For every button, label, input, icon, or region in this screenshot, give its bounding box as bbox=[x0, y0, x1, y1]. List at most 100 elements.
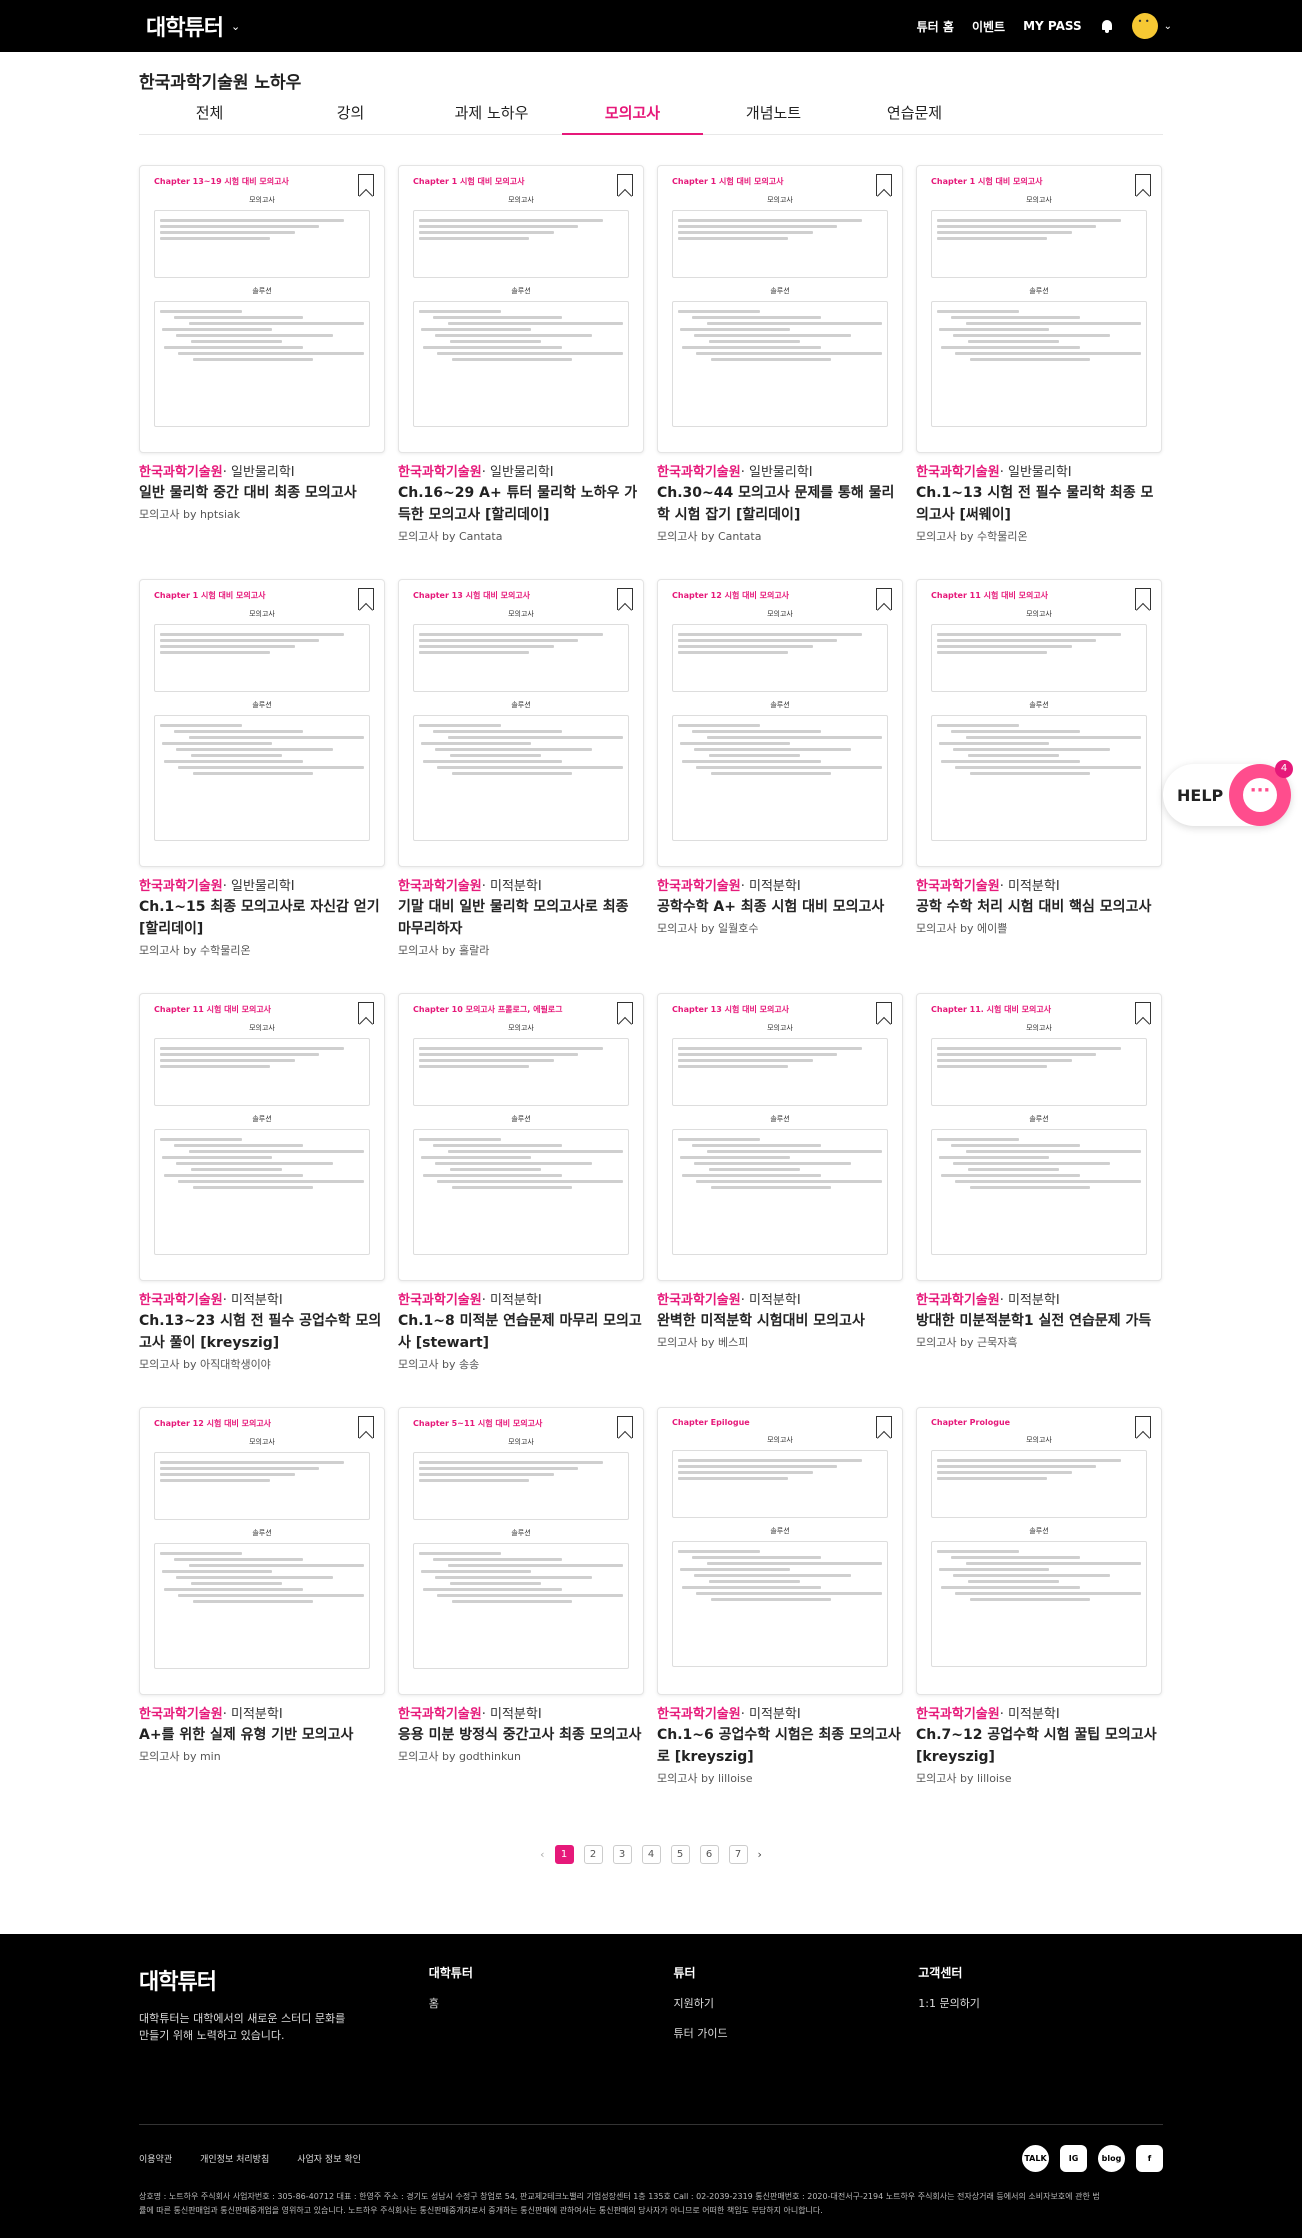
card-title[interactable]: 응용 미분 방정식 중간고사 최종 모의고사 bbox=[398, 1724, 644, 1746]
bookmark-icon[interactable] bbox=[617, 588, 633, 610]
exam-card[interactable]: Chapter 12 시험 대비 모의고사 모의고사 솔루션 한국과학기술원· 미적분… bbox=[139, 1407, 385, 1821]
page-button[interactable]: 1 bbox=[554, 1845, 574, 1864]
footer-link-guide[interactable]: 튜터 가이드 bbox=[673, 2025, 918, 2041]
card-thumbnail[interactable]: Chapter 5~11 시험 대비 모의고사 모의고사 솔루션 bbox=[398, 1407, 644, 1695]
card-thumbnail[interactable]: Chapter 1 시험 대비 모의고사 모의고사 솔루션 bbox=[916, 165, 1162, 453]
card-title[interactable]: Ch.16~29 A+ 튜터 물리학 노하우 가득한 모의고사 [할리데이] bbox=[398, 482, 644, 526]
card-thumbnail[interactable]: Chapter 1 시험 대비 모의고사 모의고사 솔루션 bbox=[657, 165, 903, 453]
bookmark-icon[interactable] bbox=[1135, 588, 1151, 610]
card-title[interactable]: 방대한 미분적분학1 실전 연습문제 가득 bbox=[916, 1310, 1162, 1332]
tab-practice[interactable]: 연습문제 bbox=[844, 95, 985, 134]
chevron-down-icon[interactable]: ⌄ bbox=[231, 20, 240, 33]
footer-link-home[interactable]: 홈 bbox=[429, 1995, 674, 2011]
footer-link-apply[interactable]: 지원하기 bbox=[673, 1995, 918, 2011]
exam-card[interactable]: Chapter 12 시험 대비 모의고사 모의고사 솔루션 한국과학기술원· 미적분… bbox=[657, 579, 903, 993]
next-page-icon[interactable]: › bbox=[758, 1848, 762, 1861]
exam-card[interactable]: Chapter 11 시험 대비 모의고사 모의고사 솔루션 한국과학기술원· 미적분… bbox=[916, 579, 1162, 993]
card-thumbnail[interactable]: Chapter 11. 시험 대비 모의고사 모의고사 솔루션 bbox=[916, 993, 1162, 1281]
exam-card[interactable]: Chapter 1 시험 대비 모의고사 모의고사 솔루션 한국과학기술원· 일반물리… bbox=[916, 165, 1162, 579]
nav-tutor-home[interactable]: 튜터 홈 bbox=[917, 18, 954, 35]
page-button[interactable]: 7 bbox=[728, 1845, 748, 1864]
footer-business-info-link[interactable]: 사업자 정보 확인 bbox=[297, 2152, 361, 2165]
card-title[interactable]: 일반 물리학 중간 대비 최종 모의고사 bbox=[139, 482, 385, 504]
school-name[interactable]: 한국과학기술원 bbox=[916, 879, 1000, 894]
tab-mock-exam[interactable]: 모의고사 bbox=[562, 95, 703, 135]
tab-all[interactable]: 전체 bbox=[139, 95, 280, 134]
school-name[interactable]: 한국과학기술원 bbox=[139, 1707, 223, 1722]
exam-card[interactable]: Chapter 13~19 시험 대비 모의고사 모의고사 솔루션 한국과학기술원· … bbox=[139, 165, 385, 579]
school-name[interactable]: 한국과학기술원 bbox=[916, 1707, 1000, 1722]
school-name[interactable]: 한국과학기술원 bbox=[398, 1293, 482, 1308]
card-thumbnail[interactable]: Chapter 13 시험 대비 모의고사 모의고사 솔루션 bbox=[398, 579, 644, 867]
bookmark-icon[interactable] bbox=[617, 1416, 633, 1438]
exam-card[interactable]: Chapter 11. 시험 대비 모의고사 모의고사 솔루션 한국과학기술원· 미적… bbox=[916, 993, 1162, 1407]
card-thumbnail[interactable]: Chapter Prologue 모의고사 솔루션 bbox=[916, 1407, 1162, 1695]
exam-card[interactable]: Chapter 13 시험 대비 모의고사 모의고사 솔루션 한국과학기술원· 미적분… bbox=[398, 579, 644, 993]
tab-concept-note[interactable]: 개념노트 bbox=[703, 95, 844, 134]
card-title[interactable]: 공학수학 A+ 최종 시험 대비 모의고사 bbox=[657, 896, 903, 918]
tab-lecture[interactable]: 강의 bbox=[280, 95, 421, 134]
card-title[interactable]: A+를 위한 실제 유형 기반 모의고사 bbox=[139, 1724, 385, 1746]
bookmark-icon[interactable] bbox=[876, 174, 892, 196]
school-name[interactable]: 한국과학기술원 bbox=[139, 465, 223, 480]
school-name[interactable]: 한국과학기술원 bbox=[657, 879, 741, 894]
bookmark-icon[interactable] bbox=[358, 1002, 374, 1024]
footer-privacy-link[interactable]: 개인정보 처리방침 bbox=[200, 2152, 269, 2165]
footer-terms-link[interactable]: 이용약관 bbox=[139, 2152, 172, 2165]
card-thumbnail[interactable]: Chapter 12 시험 대비 모의고사 모의고사 솔루션 bbox=[657, 579, 903, 867]
bell-icon[interactable] bbox=[1100, 19, 1114, 33]
bookmark-icon[interactable] bbox=[358, 588, 374, 610]
card-title[interactable]: Ch.30~44 모의고사 문제를 통해 물리학 시험 잡기 [할리데이] bbox=[657, 482, 903, 526]
bookmark-icon[interactable] bbox=[617, 1002, 633, 1024]
bookmark-icon[interactable] bbox=[358, 174, 374, 196]
page-button[interactable]: 6 bbox=[699, 1845, 719, 1864]
school-name[interactable]: 한국과학기술원 bbox=[657, 1707, 741, 1722]
bookmark-icon[interactable] bbox=[358, 1416, 374, 1438]
tab-assignment[interactable]: 과제 노하우 bbox=[421, 95, 562, 134]
bookmark-icon[interactable] bbox=[876, 1416, 892, 1438]
exam-card[interactable]: Chapter 1 시험 대비 모의고사 모의고사 솔루션 한국과학기술원· 일반물리… bbox=[398, 165, 644, 579]
card-thumbnail[interactable]: Chapter 1 시험 대비 모의고사 모의고사 솔루션 bbox=[398, 165, 644, 453]
exam-card[interactable]: Chapter 1 시험 대비 모의고사 모의고사 솔루션 한국과학기술원· 일반물리… bbox=[657, 165, 903, 579]
bookmark-icon[interactable] bbox=[876, 588, 892, 610]
card-title[interactable]: Ch.7~12 공업수학 시험 꿀팁 모의고사 [kreyszig] bbox=[916, 1724, 1162, 1768]
card-title[interactable]: Ch.1~8 미적분 연습문제 마무리 모의고사 [stewart] bbox=[398, 1310, 644, 1354]
card-title[interactable]: 완벽한 미적분학 시험대비 모의고사 bbox=[657, 1310, 903, 1332]
school-name[interactable]: 한국과학기술원 bbox=[139, 1293, 223, 1308]
facebook-icon[interactable]: f bbox=[1136, 2145, 1163, 2172]
page-button[interactable]: 3 bbox=[612, 1845, 632, 1864]
school-name[interactable]: 한국과학기술원 bbox=[916, 465, 1000, 480]
card-thumbnail[interactable]: Chapter 10 모의고사 프롤로그, 에필로그 모의고사 솔루션 bbox=[398, 993, 644, 1281]
card-thumbnail[interactable]: Chapter 11 시험 대비 모의고사 모의고사 솔루션 bbox=[139, 993, 385, 1281]
exam-card[interactable]: Chapter 10 모의고사 프롤로그, 에필로그 모의고사 솔루션한국과학기술원… bbox=[398, 993, 644, 1407]
page-button[interactable]: 5 bbox=[670, 1845, 690, 1864]
footer-link-inquiry[interactable]: 1:1 문의하기 bbox=[918, 1995, 1163, 2011]
exam-card[interactable]: Chapter 5~11 시험 대비 모의고사 모의고사 솔루션 한국과학기술원· 미… bbox=[398, 1407, 644, 1821]
school-name[interactable]: 한국과학기술원 bbox=[398, 465, 482, 480]
card-title[interactable]: 공학 수학 처리 시험 대비 핵심 모의고사 bbox=[916, 896, 1162, 918]
card-title[interactable]: 기말 대비 일반 물리학 모의고사로 최종 마무리하자 bbox=[398, 896, 644, 940]
logo[interactable]: 대학튜터 bbox=[146, 10, 224, 42]
page-button[interactable]: 4 bbox=[641, 1845, 661, 1864]
bookmark-icon[interactable] bbox=[617, 174, 633, 196]
card-thumbnail[interactable]: Chapter 1 시험 대비 모의고사 모의고사 솔루션 bbox=[139, 579, 385, 867]
bookmark-icon[interactable] bbox=[876, 1002, 892, 1024]
footer-logo[interactable]: 대학튜터 bbox=[139, 1964, 429, 1996]
kakaotalk-icon[interactable]: TALK bbox=[1022, 2145, 1049, 2172]
exam-card[interactable]: Chapter Epilogue 모의고사 솔루션 한국과학기술원· 미적분학I Ch.… bbox=[657, 1407, 903, 1821]
card-title[interactable]: Ch.1~13 시험 전 필수 물리학 최종 모의고사 [써웨이] bbox=[916, 482, 1162, 526]
help-button[interactable]: ··· 4 bbox=[1229, 760, 1293, 826]
instagram-icon[interactable]: IG bbox=[1060, 2145, 1087, 2172]
avatar[interactable] bbox=[1131, 13, 1158, 39]
card-title[interactable]: Ch.1~6 공업수학 시험은 최종 모의고사로 [kreyszig] bbox=[657, 1724, 903, 1768]
school-name[interactable]: 한국과학기술원 bbox=[398, 1707, 482, 1722]
exam-card[interactable]: Chapter 11 시험 대비 모의고사 모의고사 솔루션 한국과학기술원· 미적분… bbox=[139, 993, 385, 1407]
school-name[interactable]: 한국과학기술원 bbox=[657, 1293, 741, 1308]
card-thumbnail[interactable]: Chapter Epilogue 모의고사 솔루션 bbox=[657, 1407, 903, 1695]
card-title[interactable]: Ch.1~15 최종 모의고사로 자신감 얻기 [할리데이] bbox=[139, 896, 385, 940]
school-name[interactable]: 한국과학기술원 bbox=[398, 879, 482, 894]
nav-event[interactable]: 이벤트 bbox=[972, 18, 1005, 35]
help-widget[interactable]: HELP ··· 4 bbox=[1163, 760, 1293, 826]
card-thumbnail[interactable]: Chapter 12 시험 대비 모의고사 모의고사 솔루션 bbox=[139, 1407, 385, 1695]
exam-card[interactable]: Chapter 13 시험 대비 모의고사 모의고사 솔루션 한국과학기술원· 미적분… bbox=[657, 993, 903, 1407]
